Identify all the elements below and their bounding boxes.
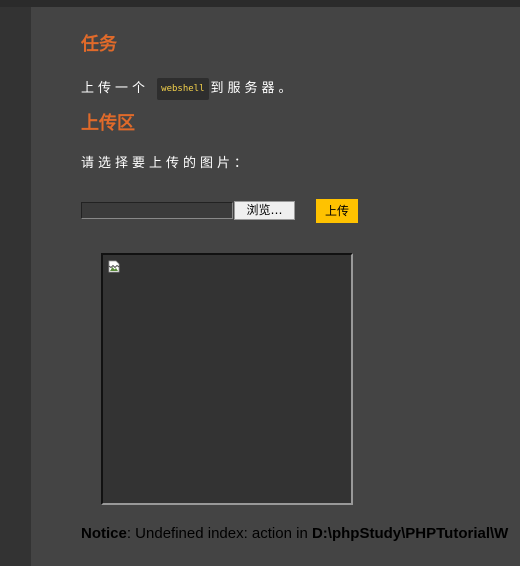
notice-message: : Undefined index: action in xyxy=(126,525,312,542)
task-desc-before: 上传一个 xyxy=(81,81,150,96)
broken-image-icon xyxy=(108,260,120,273)
browse-button[interactable]: 浏览… xyxy=(234,201,295,220)
task-desc-after: 到服务器。 xyxy=(210,81,296,96)
file-path-field[interactable] xyxy=(81,202,233,219)
task-description: 上传一个 webshell 到服务器。 xyxy=(81,78,296,100)
upload-heading: 上传区 xyxy=(81,113,135,134)
notice-path: D:\phpStudy\PHPTutorial\W xyxy=(311,525,509,542)
select-prompt: 请选择要上传的图片： xyxy=(81,156,252,171)
image-preview xyxy=(101,253,353,505)
notice-label: Notice xyxy=(81,525,127,542)
page: 任务 上传一个 webshell 到服务器。 上传区 请选择要上传的图片： 浏览…… xyxy=(0,0,520,566)
php-notice: Notice: Undefined index: action in D:\ph… xyxy=(81,524,508,544)
top-strip xyxy=(0,0,520,7)
webshell-code: webshell xyxy=(157,78,209,100)
task-heading: 任务 xyxy=(81,34,117,55)
upload-button[interactable]: 上传 xyxy=(316,199,358,223)
